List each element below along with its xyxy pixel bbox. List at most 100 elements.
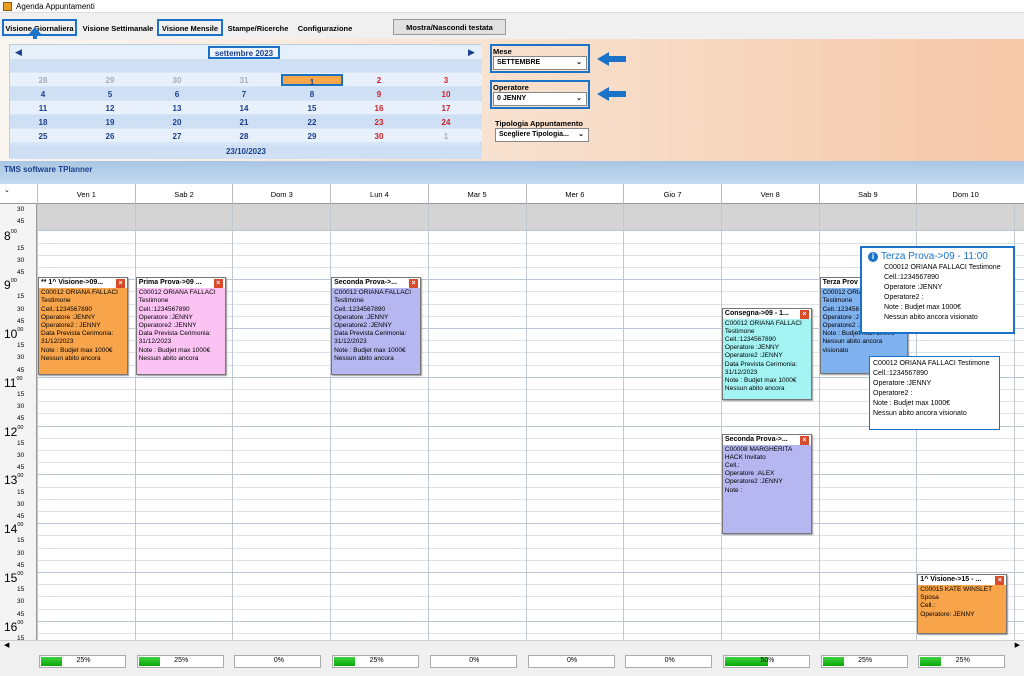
- calendar-day[interactable]: 13: [147, 102, 207, 114]
- scroll-left-icon[interactable]: ◀: [4, 641, 9, 649]
- calendar-day[interactable]: 8: [282, 88, 342, 100]
- calendar-day[interactable]: 7: [214, 88, 274, 100]
- hour-minute-label: 00: [10, 278, 17, 285]
- column-divider: [623, 204, 625, 640]
- calendar-day[interactable]: 27: [147, 130, 207, 142]
- hour-minute-label: 00: [17, 522, 24, 529]
- tab-configurazione[interactable]: Configurazione: [294, 19, 356, 36]
- appointment-card[interactable]: Seconda Prova->... × C00012 ORIANA FALLACI…: [331, 277, 422, 376]
- appointment-card[interactable]: Consegna->09 - 1... × C00012 ORIANA FALLAC…: [721, 307, 812, 400]
- day-column-header[interactable]: Ven 8: [720, 184, 819, 204]
- operatore-value: 0 JENNY: [497, 95, 527, 102]
- toggle-header-button[interactable]: Mostra/Nascondi testata: [393, 19, 506, 35]
- calendar-day[interactable]: 10: [416, 88, 476, 100]
- appointment-card[interactable]: ** 1^ Visione->09... × C00012 ORIANA FALLA…: [38, 277, 128, 376]
- hour-label: 800: [4, 229, 17, 244]
- calendar-day[interactable]: 25: [13, 130, 73, 142]
- calendar-day[interactable]: 26: [80, 130, 140, 142]
- calendar-day[interactable]: 21: [214, 116, 274, 128]
- minute-label: 30: [17, 500, 25, 508]
- appointment-detail: Nessun abito ancora: [822, 338, 883, 346]
- close-icon[interactable]: ×: [995, 576, 1005, 585]
- day-column-header[interactable]: Mer 6: [525, 184, 624, 204]
- slot-line: [37, 608, 1024, 610]
- calendar-day[interactable]: 29: [282, 130, 342, 142]
- minute-label: 45: [17, 415, 25, 423]
- day-column-header[interactable]: Sab 9: [818, 184, 917, 204]
- day-column-header[interactable]: Lun 4: [330, 184, 428, 204]
- planner-grid[interactable]: 30 45 800 15 30 45 900 15 30 45 1000 15 30 45 1100 15 30…: [0, 204, 1024, 640]
- close-icon[interactable]: ×: [409, 279, 419, 289]
- calendar-day[interactable]: 22: [282, 116, 342, 128]
- appointment-detail: Sposa: [920, 594, 939, 602]
- tab-visione-mensile[interactable]: Visione Mensile: [157, 19, 223, 36]
- tab-stampe-ricerche[interactable]: Stampe/Ricerche: [224, 19, 292, 36]
- appointment-card[interactable]: 1^ Visione->15 - ... × C00015 KATE WINSLET…: [917, 574, 1008, 634]
- day-column-header[interactable]: Gio 7: [623, 184, 721, 204]
- scroll-right-icon[interactable]: ▶: [1015, 641, 1020, 649]
- appointment-detail: Testimone: [724, 327, 755, 335]
- progress-label: 0%: [664, 657, 675, 664]
- prev-month-icon[interactable]: ◀: [15, 47, 22, 58]
- calendar-day[interactable]: 3: [416, 74, 476, 86]
- minute-label: 15: [17, 342, 25, 350]
- day-column-header[interactable]: Dom 10: [916, 184, 1014, 204]
- calendar-day[interactable]: 30: [147, 74, 207, 86]
- appointment-title: Seconda Prova->...: [722, 434, 811, 445]
- appointment-detail: Cell.:1234567890: [724, 336, 776, 343]
- calendar-day[interactable]: 9: [349, 88, 409, 100]
- tooltip-line: C00012 ORIANA FALLACI Testimone: [884, 264, 1001, 271]
- appointment-card[interactable]: Prima Prova->09 ... × C00012 ORIANA FALLAC…: [135, 277, 226, 376]
- tab-visione-settimanale[interactable]: Visione Settimanale: [80, 19, 156, 36]
- close-icon[interactable]: ×: [799, 435, 809, 445]
- appointment-detail: Nessun abito ancora: [138, 354, 199, 362]
- minute-label: 30: [17, 549, 25, 557]
- calendar-day[interactable]: 31: [214, 74, 274, 86]
- calendar-day[interactable]: 28: [13, 74, 73, 86]
- today-date-label[interactable]: 23/10/2023: [10, 145, 482, 159]
- close-icon[interactable]: ×: [213, 279, 223, 289]
- appointment-title: ** 1^ Visione->09...: [39, 278, 127, 289]
- pointer-arrow-icon: [597, 52, 627, 66]
- calendar-month-label[interactable]: settembre 2023: [208, 46, 280, 59]
- calendar-day[interactable]: 6: [147, 88, 207, 100]
- calendar-day[interactable]: 28: [214, 130, 274, 142]
- mese-select[interactable]: SETTEMBRE ⌄: [493, 56, 587, 70]
- column-divider: [330, 204, 332, 640]
- calendar-day[interactable]: 18: [13, 116, 73, 128]
- calendar-day[interactable]: 30: [349, 130, 409, 142]
- calendar-day[interactable]: 20: [147, 116, 207, 128]
- calendar-day[interactable]: 16: [349, 102, 409, 114]
- close-icon[interactable]: ×: [799, 309, 809, 319]
- day-column-header[interactable]: Mar 5: [427, 184, 526, 204]
- calendar-day[interactable]: 14: [214, 102, 274, 114]
- calendar-day[interactable]: 19: [80, 116, 140, 128]
- horizontal-scrollbar[interactable]: ◀ ▶: [0, 640, 1024, 650]
- close-icon[interactable]: ×: [116, 279, 125, 289]
- calendar-day[interactable]: 1: [281, 74, 343, 87]
- progress-label: 0%: [566, 657, 578, 664]
- appointment-detail: visionato: [822, 346, 849, 354]
- calendar-day[interactable]: 12: [80, 102, 140, 114]
- tipologia-select[interactable]: Scegliere Tipologia... ⌄: [495, 128, 589, 142]
- calendar-day[interactable]: 11: [13, 102, 73, 114]
- calendar-day[interactable]: 4: [13, 88, 73, 100]
- calendar-day[interactable]: 1: [416, 130, 476, 142]
- slot-line: [37, 633, 1024, 634]
- day-column-header[interactable]: Dom 3: [232, 184, 330, 204]
- appointment-card[interactable]: Seconda Prova->... × C00008 MARGHERITA HACK…: [721, 433, 812, 534]
- calendar-day[interactable]: 29: [80, 74, 140, 86]
- calendar-day[interactable]: 2: [349, 74, 409, 86]
- day-column-header[interactable]: Ven 1: [37, 184, 135, 204]
- appointment-detail: Operatore2 :JENNY: [334, 322, 392, 329]
- calendar-day[interactable]: 17: [416, 102, 476, 114]
- calendar-day[interactable]: 23: [349, 116, 409, 128]
- minute-label: 30: [17, 403, 25, 411]
- day-column-header[interactable]: Sab 2: [134, 184, 233, 204]
- calendar-day[interactable]: 15: [282, 102, 342, 114]
- next-month-icon[interactable]: ▶: [468, 47, 475, 58]
- calendar-day[interactable]: 24: [416, 116, 476, 128]
- calendar-day[interactable]: 5: [80, 88, 140, 100]
- minute-label: 30: [17, 206, 25, 213]
- operatore-select[interactable]: 0 JENNY ⌄: [493, 92, 587, 106]
